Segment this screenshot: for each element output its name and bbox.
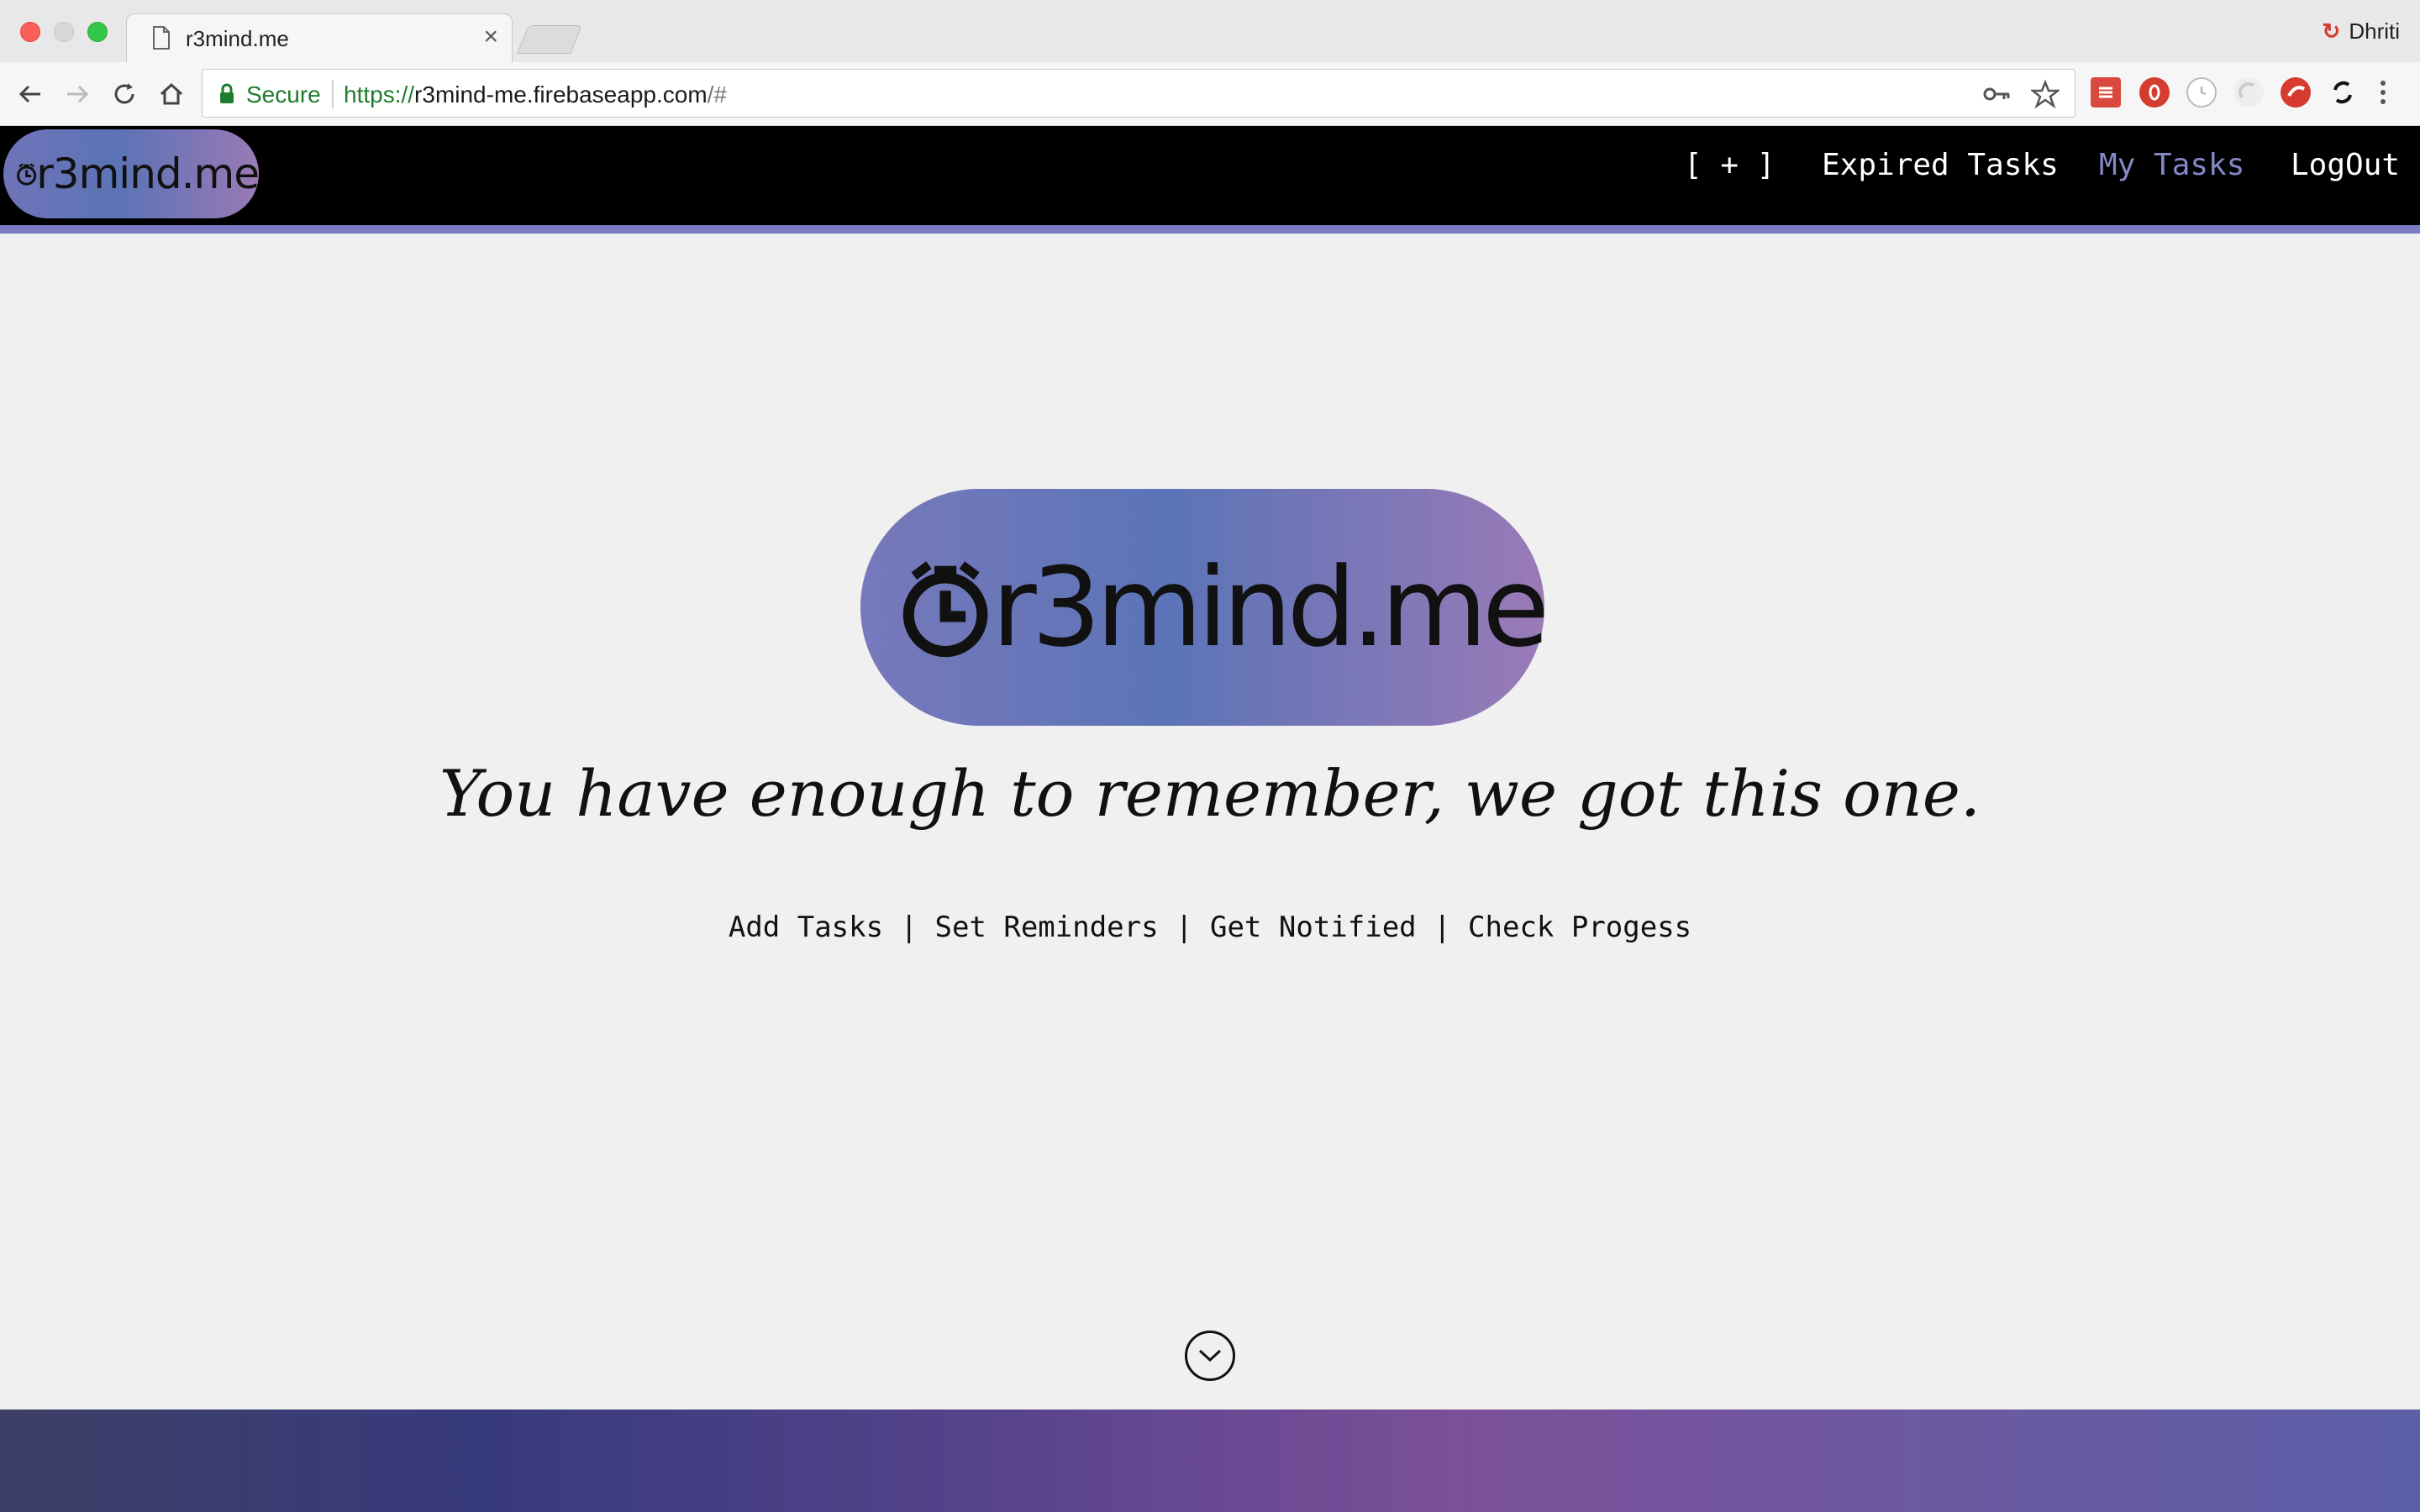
tagline: You have enough to remember, we got this… <box>439 756 1981 831</box>
minimize-window-button[interactable] <box>54 22 74 42</box>
browser-tabstrip: r3mind.me × ↻ Dhriti <box>0 0 2420 62</box>
tab-close-icon[interactable]: × <box>483 23 498 51</box>
adblock-icon[interactable] <box>2139 77 2170 108</box>
back-arrow-icon <box>18 85 40 103</box>
maximize-window-button[interactable] <box>87 22 108 42</box>
clock-icon[interactable] <box>2186 77 2217 108</box>
tab-title: r3mind.me <box>186 26 289 51</box>
browser-toolbar: Secure https://r3mind-me.firebaseapp.com… <box>0 62 2420 126</box>
my-tasks-link[interactable]: My Tasks <box>2099 148 2244 182</box>
reload-button[interactable] <box>106 76 143 113</box>
profile-button[interactable]: ↻ Dhriti <box>2323 18 2400 45</box>
page-icon <box>153 26 170 50</box>
expired-tasks-link[interactable]: Expired Tasks <box>1822 148 2059 182</box>
profile-icon: ↻ <box>2322 18 2341 44</box>
sync-icon[interactable] <box>2328 77 2358 108</box>
omnibox-divider <box>332 80 334 108</box>
scroll-down-button[interactable] <box>1185 1331 1235 1381</box>
add-task-link[interactable]: [ + ] <box>1684 148 1775 182</box>
todoist-icon[interactable] <box>2091 77 2121 108</box>
home-icon <box>160 82 183 105</box>
chevron-down-icon <box>1198 1349 1222 1362</box>
key-icon[interactable] <box>1982 81 2011 107</box>
profile-name: Dhriti <box>2349 18 2400 44</box>
logout-link[interactable]: LogOut <box>2291 148 2400 182</box>
security-label: Secure <box>246 81 321 108</box>
home-button[interactable] <box>153 76 190 113</box>
feature-list: Add Tasks | Set Reminders | Get Notified… <box>728 911 1692 944</box>
lastpass-icon[interactable] <box>2281 77 2311 108</box>
hero-logo-text: r3mind.me <box>992 543 1549 671</box>
shield-icon[interactable] <box>2233 77 2264 108</box>
reload-icon <box>114 83 134 104</box>
logo-text: r3mind.me <box>36 150 260 198</box>
chrome-menu-icon[interactable] <box>2375 77 2391 108</box>
back-button[interactable] <box>12 76 49 113</box>
forward-button[interactable] <box>59 76 96 113</box>
alarm-clock-icon <box>902 561 988 658</box>
bookmark-star-icon[interactable] <box>2031 80 2060 108</box>
next-section-band <box>0 1410 2420 1512</box>
new-tab-button[interactable] <box>517 25 582 54</box>
address-bar[interactable]: Secure https://r3mind-me.firebaseapp.com… <box>202 69 2075 118</box>
alarm-clock-icon <box>17 163 37 186</box>
browser-tab[interactable]: r3mind.me × <box>126 13 513 62</box>
navbar-accent-bar <box>0 225 2420 234</box>
url-text: https://r3mind-me.firebaseapp.com/# <box>344 81 727 108</box>
forward-arrow-icon <box>67 85 89 103</box>
site-logo[interactable]: r3mind.me <box>3 129 260 218</box>
close-window-button[interactable] <box>20 22 40 42</box>
hero-logo: r3mind.me <box>860 489 1549 726</box>
lock-icon <box>220 83 234 103</box>
